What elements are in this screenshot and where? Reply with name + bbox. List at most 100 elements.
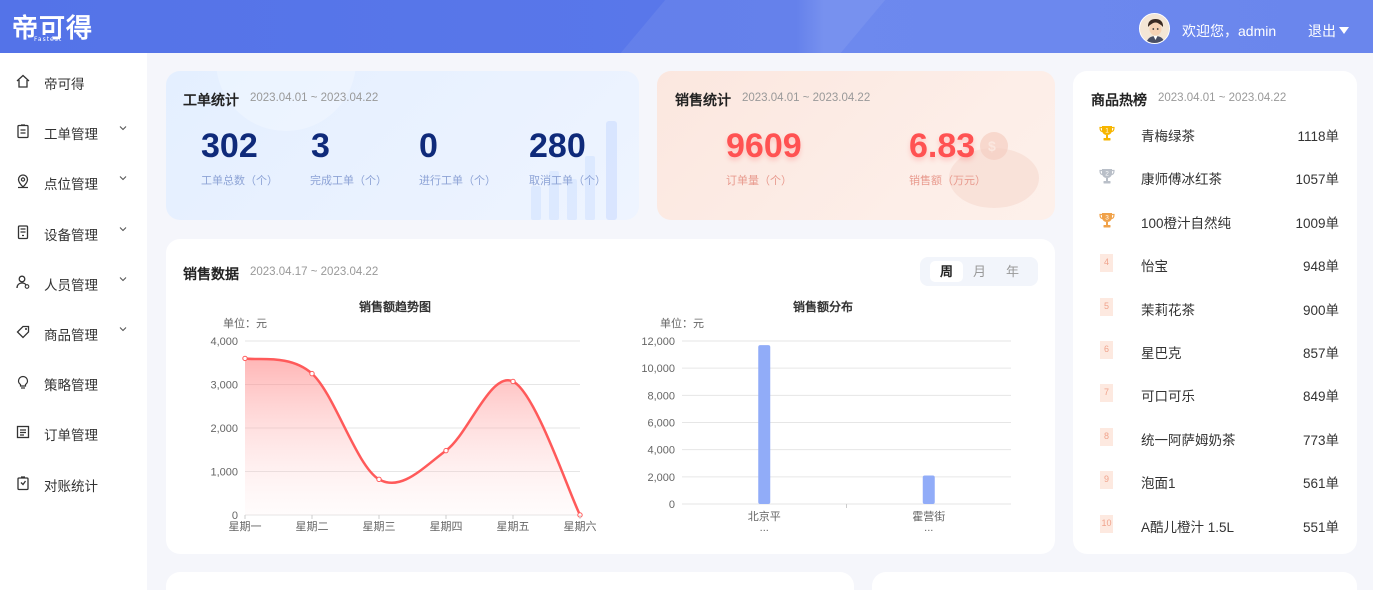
rank-badge: 10 <box>1099 514 1115 536</box>
sidebar-item-label: 点位管理 <box>44 177 98 193</box>
sidebar-item-8[interactable]: 对账统计 <box>0 468 147 498</box>
logo[interactable]: 帝可得 Fastest <box>12 8 93 45</box>
y-tick-label: 4,000 <box>210 336 238 348</box>
rank-number: 2 <box>1105 171 1109 178</box>
y-tick-label: 10,000 <box>641 363 675 375</box>
y-tick-label: 8,000 <box>647 390 675 402</box>
hot-product-row: 2 康师傅冰红茶 1057单 <box>1073 165 1357 189</box>
distribution-chart-title: 销售额分布 <box>793 300 854 314</box>
sidebar-item-2[interactable]: 点位管理 <box>0 166 147 196</box>
stat-completed-orders-label: 完成工单（个） <box>310 175 387 187</box>
device-icon <box>17 224 29 239</box>
sales-trend-chart: 01,0002,0003,0004,000星期一 星期二 星期三 星期四 星期五 星期六 <box>210 336 596 533</box>
hot-product-row: 1 青梅绿茶 1118单 <box>1073 122 1357 146</box>
product-name: 可口可乐 <box>1141 389 1195 405</box>
chevron-down-icon <box>119 176 127 181</box>
bottom-left-card <box>166 572 854 590</box>
x-tick-label: 北京平 <box>748 509 781 523</box>
stat-sales-amount-value: 6.83 <box>909 127 976 165</box>
hot-product-row: 5 茉莉花茶 900单 <box>1073 296 1357 320</box>
logout-button[interactable]: 退出 <box>1308 21 1349 41</box>
stat-total-orders-value: 302 <box>201 127 258 165</box>
product-name: 康师傅冰红茶 <box>1141 172 1222 188</box>
user-icon <box>16 275 30 289</box>
sidebar-item-0[interactable]: 帝可得 <box>0 66 147 96</box>
rank-number: 6 <box>1100 341 1113 362</box>
product-order-count: 551单 <box>1302 519 1339 535</box>
trend-chart-unit: 单位：元 <box>223 318 267 330</box>
rank-number: 5 <box>1100 297 1113 319</box>
work-stats-date: 2023.04.01 ~ 2023.04.22 <box>250 92 379 104</box>
rank-badge: 9 <box>1099 471 1115 493</box>
period-year-button[interactable]: 年 <box>996 261 1029 282</box>
trophy-icon: 1 <box>1099 126 1115 141</box>
period-week-button[interactable]: 周 <box>930 261 963 282</box>
hot-product-row: 10 A酷儿橙汁 1.5L 551单 <box>1073 513 1357 537</box>
reconcile-icon <box>17 475 29 490</box>
svg-text:$: $ <box>988 138 996 154</box>
work-stats-title: 工单统计 <box>183 92 239 108</box>
product-name: 统一阿萨姆奶茶 <box>1141 432 1236 448</box>
sales-stats-date: 2023.04.01 ~ 2023.04.22 <box>742 92 871 104</box>
chevron-down-icon <box>119 226 127 231</box>
trend-point <box>510 378 516 385</box>
stat-total-orders-label: 工单总数（个） <box>201 175 278 187</box>
x-tick-label: 星期五 <box>497 520 530 533</box>
rank-badge: 7 <box>1099 384 1115 406</box>
hot-products-title: 商品热榜 <box>1091 92 1147 108</box>
hot-products-card: 商品热榜 2023.04.01 ~ 2023.04.22 1 青梅绿茶 1118单 2… <box>1073 71 1357 554</box>
product-name: 星巴克 <box>1141 346 1182 361</box>
welcome-text: 欢迎您，admin <box>1182 23 1277 39</box>
trend-point <box>443 447 449 454</box>
product-name: 青梅绿茶 <box>1141 129 1195 144</box>
rank-number: 9 <box>1100 471 1113 493</box>
header-decoration <box>598 0 902 53</box>
product-order-count: 857单 <box>1302 346 1339 361</box>
product-name: 怡宝 <box>1141 259 1168 275</box>
product-name: 100橙汁自然纯 <box>1141 215 1232 231</box>
period-month-button[interactable]: 月 <box>963 261 996 282</box>
hot-product-row: 6 星巴克 857单 <box>1073 339 1357 363</box>
sidebar-item-label: 订单管理 <box>44 428 98 444</box>
chevron-down-icon <box>119 126 127 131</box>
sidebar-item-6[interactable]: 策略管理 <box>0 367 147 397</box>
sidebar-item-3[interactable]: 设备管理 <box>0 217 147 247</box>
chevron-down-icon <box>119 276 127 282</box>
sidebar-item-5[interactable]: 商品管理 <box>0 317 147 347</box>
sidebar-item-label: 工单管理 <box>44 127 98 143</box>
trophy-icon: 2 <box>1099 169 1115 184</box>
x-tick-label: 星期一 <box>229 520 262 533</box>
trophy-icon: 3 <box>1099 212 1115 228</box>
sidebar-item-1[interactable]: 工单管理 <box>0 116 147 146</box>
stat-order-count-label: 订单量（个） <box>726 175 792 187</box>
y-tick-label: 12,000 <box>641 336 675 348</box>
y-tick-label: 4,000 <box>647 445 675 457</box>
sidebar-item-label: 策略管理 <box>44 378 98 394</box>
stat-sales-amount-label: 销售额（万元） <box>909 175 986 187</box>
clipboard-icon <box>17 124 29 139</box>
rank-number: 10 <box>1100 514 1113 536</box>
stat-cancelled-orders-label: 取消工单（个） <box>529 175 606 187</box>
x-tick-label: 星期二 <box>296 520 329 533</box>
hot-product-row: 4 怡宝 948单 <box>1073 252 1357 276</box>
bottom-right-card <box>872 572 1357 590</box>
hot-product-row: 9 泡面1 561单 <box>1073 469 1357 493</box>
home-icon <box>16 74 30 88</box>
sidebar: 帝可得工单管理点位管理设备管理人员管理商品管理策略管理订单管理对账统计 <box>0 53 147 590</box>
trend-point <box>242 355 248 362</box>
stat-order-count-value: 9609 <box>726 127 802 165</box>
avatar[interactable] <box>1139 13 1170 44</box>
hot-product-row: 3 100橙汁自然纯 1009单 <box>1073 209 1357 233</box>
period-switch: 周 月 年 <box>920 257 1038 286</box>
sidebar-item-7[interactable]: 订单管理 <box>0 417 147 447</box>
sales-stats-card: $ 销售统计 2023.04.01 ~ 2023.04.22 9609 订单量（… <box>657 71 1055 220</box>
hot-products-date: 2023.04.01 ~ 2023.04.22 <box>1158 92 1287 104</box>
logout-label: 退出 <box>1308 23 1336 39</box>
distribution-bar <box>922 475 935 504</box>
trend-chart-title: 销售额趋势图 <box>359 300 432 314</box>
caret-down-icon <box>1339 27 1349 34</box>
y-tick-label: 1,000 <box>210 467 238 479</box>
sidebar-item-4[interactable]: 人员管理 <box>0 267 147 297</box>
sidebar-item-label: 对账统计 <box>44 478 98 494</box>
product-name: 茉莉花茶 <box>1141 302 1195 318</box>
